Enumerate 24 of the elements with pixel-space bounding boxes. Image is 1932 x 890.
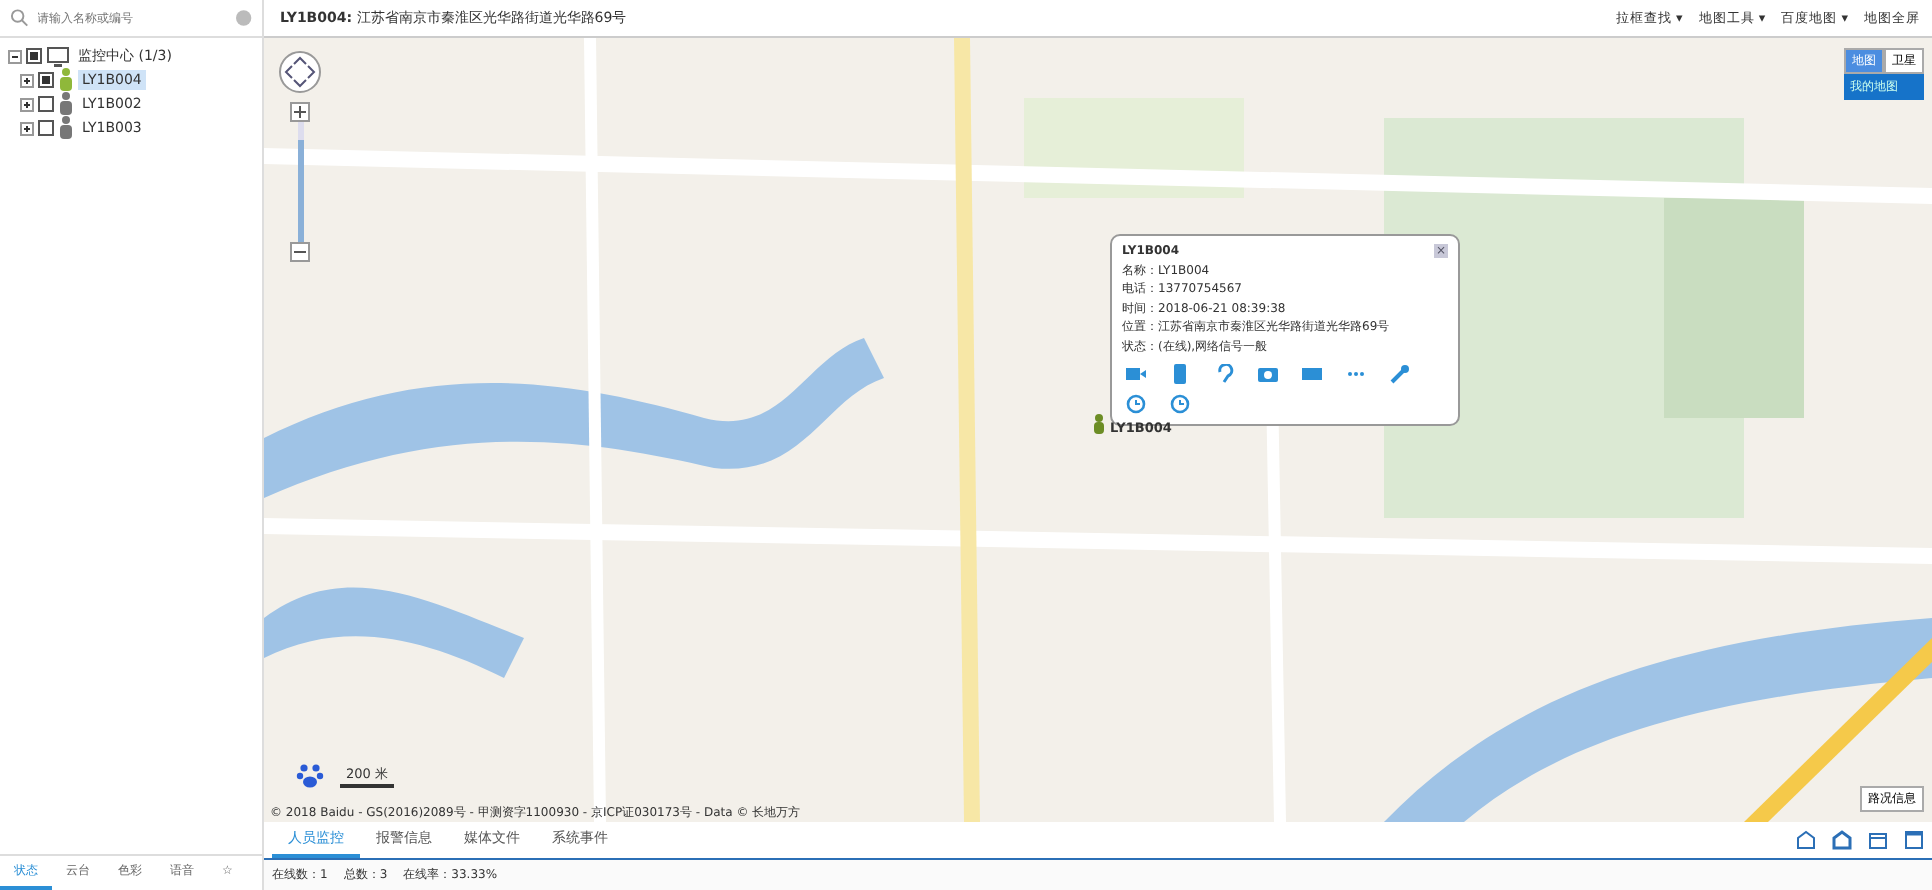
expand-icon[interactable] xyxy=(20,121,34,135)
tool-icon[interactable] xyxy=(1390,364,1410,384)
video-icon[interactable] xyxy=(1126,364,1146,384)
checkbox[interactable] xyxy=(38,72,54,88)
pan-control[interactable] xyxy=(278,50,322,94)
expand-icon[interactable] xyxy=(20,73,34,87)
collapse-icon[interactable] xyxy=(8,49,22,63)
card-icon[interactable] xyxy=(1302,364,1322,384)
zoom-in-icon[interactable] xyxy=(290,102,310,122)
search-icon xyxy=(10,8,30,28)
person-marker-icon[interactable] xyxy=(1092,414,1106,434)
phone-icon[interactable] xyxy=(1170,364,1190,384)
paw-logo-icon xyxy=(296,762,324,788)
expand-icon[interactable] xyxy=(20,97,34,111)
checkbox[interactable] xyxy=(38,96,54,112)
replay-icon[interactable] xyxy=(1126,394,1146,414)
monitor-icon xyxy=(46,45,70,67)
restore-icon[interactable] xyxy=(1868,830,1888,850)
zoom-out-icon[interactable] xyxy=(290,242,310,262)
maximize-icon[interactable] xyxy=(1904,830,1924,850)
checkbox[interactable] xyxy=(38,120,54,136)
replay-icon[interactable] xyxy=(1170,394,1190,414)
checkbox[interactable] xyxy=(26,48,42,64)
camera-icon[interactable] xyxy=(1258,364,1278,384)
